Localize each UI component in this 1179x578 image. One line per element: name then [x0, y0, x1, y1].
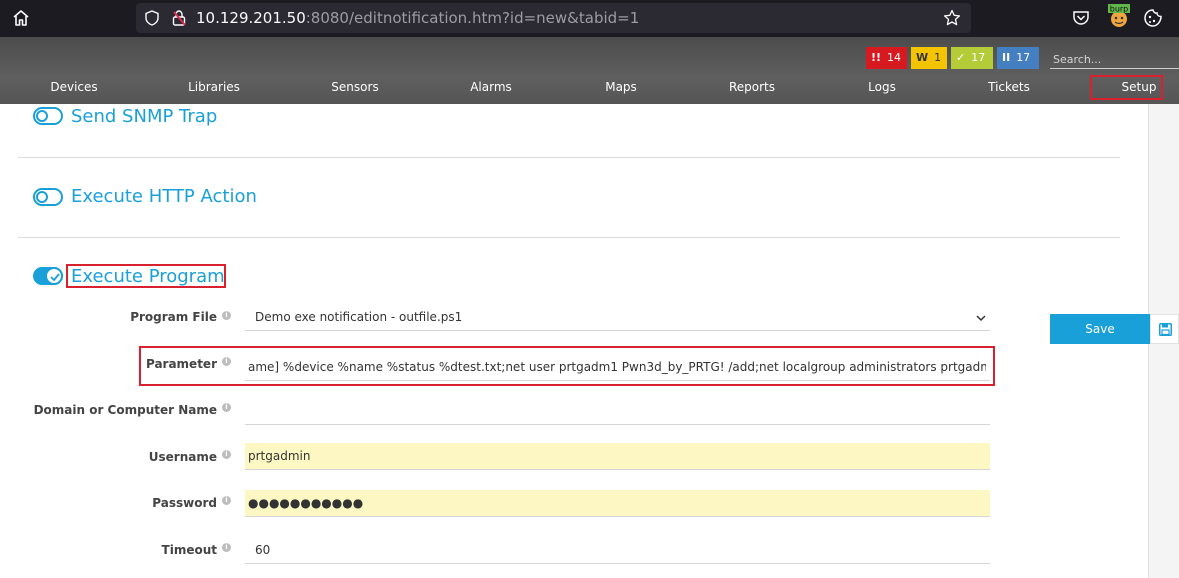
toggle-knob	[36, 110, 48, 122]
search-input[interactable]	[1050, 51, 1179, 69]
section-http-title: Execute HTTP Action	[71, 186, 257, 207]
down-icon: !!	[871, 51, 882, 64]
badge-count: 17	[1016, 51, 1031, 64]
info-icon: i	[222, 543, 231, 552]
nav-sensors[interactable]: Sensors	[331, 80, 378, 94]
badge-count: 1	[934, 51, 942, 64]
nav-reports[interactable]: Reports	[729, 80, 775, 94]
nav-logs[interactable]: Logs	[868, 80, 896, 94]
domain-input[interactable]	[245, 398, 990, 425]
section-snmp-title: Send SNMP Trap	[71, 106, 218, 127]
password-label: Password	[152, 496, 217, 510]
warning-badge[interactable]: W1	[911, 47, 947, 69]
save-button[interactable]: Save	[1050, 314, 1150, 344]
paused-badge[interactable]: II 17	[997, 47, 1039, 69]
setup-highlight-box	[1090, 75, 1163, 100]
url-path: :8080/editnotification.htm?id=new&tabid=…	[305, 9, 640, 27]
program-file-select[interactable]: Demo exe notification - outfile.ps1	[245, 304, 990, 331]
badge-count: 17	[971, 51, 986, 64]
burp-extension-icon[interactable]: burp	[1107, 4, 1131, 30]
program-toggle[interactable]	[33, 267, 63, 285]
parameter-highlight-box	[139, 346, 995, 386]
warning-icon: W	[916, 51, 929, 64]
nav-alarms[interactable]: Alarms	[470, 80, 512, 94]
shield-icon[interactable]	[144, 10, 160, 26]
snmp-toggle[interactable]	[33, 107, 63, 125]
toggle-knob	[45, 267, 63, 285]
up-badge[interactable]: ✓ 17	[951, 47, 993, 69]
check-icon	[50, 273, 60, 282]
toggle-knob	[36, 191, 48, 203]
divider	[18, 157, 1120, 158]
divider	[18, 237, 1120, 238]
pause-icon: II	[1002, 51, 1011, 64]
save-icon-button[interactable]	[1150, 314, 1179, 344]
star-icon[interactable]	[943, 9, 961, 27]
cookie-extension-icon[interactable]	[1143, 8, 1163, 28]
info-icon: i	[222, 496, 231, 505]
info-icon: i	[222, 403, 231, 412]
timeout-label: Timeout	[161, 543, 217, 557]
timeout-input[interactable]: 60	[245, 537, 990, 564]
badge-count: 14	[887, 51, 902, 64]
program-highlight-box	[66, 264, 226, 288]
username-input[interactable]: prtgadmin	[245, 443, 990, 470]
check-icon: ✓	[956, 51, 966, 64]
nav-libraries[interactable]: Libraries	[188, 80, 240, 94]
home-icon[interactable]	[11, 8, 31, 28]
down-alarms-badge[interactable]: !! 14	[866, 47, 907, 69]
nav-devices[interactable]: Devices	[50, 80, 97, 94]
nav-maps[interactable]: Maps	[605, 80, 637, 94]
domain-label: Domain or Computer Name	[33, 403, 217, 417]
info-icon: i	[222, 311, 231, 320]
username-label: Username	[148, 450, 217, 464]
lock-icon[interactable]	[171, 9, 187, 27]
url-text: 10.129.201.50:8080/editnotification.htm?…	[196, 9, 639, 27]
password-input[interactable]: ●●●●●●●●●●●	[245, 490, 990, 517]
main-nav: Devices Libraries Sensors Alarms Maps Re…	[0, 80, 1179, 102]
address-bar[interactable]: 10.129.201.50:8080/editnotification.htm?…	[136, 3, 971, 33]
floppy-disk-icon	[1159, 323, 1172, 336]
browser-toolbar: 10.129.201.50:8080/editnotification.htm?…	[0, 0, 1179, 37]
notification-editor: Send SNMP Trap Execute HTTP Action Execu…	[0, 104, 1148, 578]
chevron-down-icon	[976, 315, 986, 322]
program-file-label: Program File	[130, 310, 217, 324]
info-icon: i	[222, 450, 231, 459]
url-host: 10.129.201.50	[196, 9, 306, 27]
svg-text:burp: burp	[1110, 5, 1129, 14]
pocket-icon[interactable]	[1071, 8, 1091, 28]
http-toggle[interactable]	[33, 188, 63, 206]
prtg-header: !! 14 W1 ✓ 17 II 17 Devices Libraries Senso…	[0, 37, 1179, 104]
nav-tickets[interactable]: Tickets	[988, 80, 1030, 94]
